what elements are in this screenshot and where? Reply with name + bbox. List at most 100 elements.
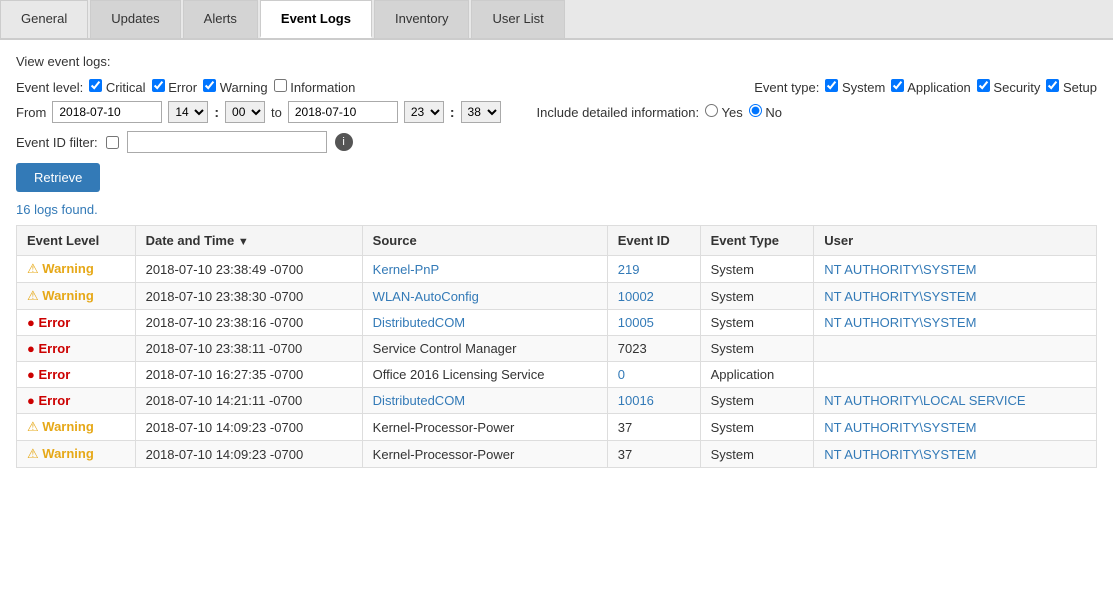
level-warning-link[interactable]: Warning	[42, 288, 94, 303]
type-setup-checkbox[interactable]	[1046, 79, 1059, 92]
type-security-checkbox[interactable]	[977, 79, 990, 92]
colon-1: :	[214, 104, 219, 120]
cell-event-level: ⚠ Warning	[17, 256, 136, 283]
from-minute-select[interactable]: 00	[225, 101, 265, 123]
event-id-link[interactable]: 0	[618, 367, 625, 382]
warning-icon: ⚠	[27, 446, 39, 461]
to-date-input[interactable]	[288, 101, 398, 123]
user-link[interactable]: NT AUTHORITY\LOCAL SERVICE	[824, 393, 1025, 408]
user-link[interactable]: NT AUTHORITY\SYSTEM	[824, 289, 976, 304]
source-link[interactable]: Kernel-PnP	[373, 262, 439, 277]
detail-no-label[interactable]: No	[749, 104, 782, 120]
cell-event-type: System	[700, 310, 814, 336]
event-type-label: Event type:	[754, 80, 819, 95]
type-system-label[interactable]: System	[825, 79, 885, 95]
eventid-checkbox[interactable]	[106, 136, 119, 149]
from-date-input[interactable]	[52, 101, 162, 123]
cell-event-id[interactable]: 10016	[607, 388, 700, 414]
view-label: View event logs:	[16, 54, 1097, 69]
cell-source: Kernel-Processor-Power	[362, 441, 607, 468]
eventid-input[interactable]	[127, 131, 327, 153]
cell-event-type: System	[700, 388, 814, 414]
level-error-label[interactable]: Error	[152, 79, 198, 95]
level-error-link[interactable]: Error	[38, 341, 70, 356]
retrieve-button[interactable]: Retrieve	[16, 163, 100, 192]
tab-general[interactable]: General	[0, 0, 88, 38]
level-error-link[interactable]: Error	[38, 315, 70, 330]
level-critical-label[interactable]: Critical	[89, 79, 145, 95]
col-event-type[interactable]: Event Type	[700, 226, 814, 256]
cell-user[interactable]: NT AUTHORITY\SYSTEM	[814, 256, 1097, 283]
level-warning-link[interactable]: Warning	[42, 261, 94, 276]
detail-no-radio[interactable]	[749, 104, 762, 117]
level-warning-checkbox[interactable]	[203, 79, 216, 92]
event-logs-table: Event Level Date and Time ▼ Source Event…	[16, 225, 1097, 468]
type-security-label[interactable]: Security	[977, 79, 1041, 95]
level-critical-checkbox[interactable]	[89, 79, 102, 92]
level-information-text: Information	[290, 80, 355, 95]
col-event-id[interactable]: Event ID	[607, 226, 700, 256]
level-error-link[interactable]: Error	[38, 367, 70, 382]
type-application-checkbox[interactable]	[891, 79, 904, 92]
level-error-checkbox[interactable]	[152, 79, 165, 92]
cell-user[interactable]: NT AUTHORITY\SYSTEM	[814, 414, 1097, 441]
table-row: ⚠ Warning2018-07-10 14:09:23 -0700Kernel…	[17, 441, 1097, 468]
level-warning-link[interactable]: Warning	[42, 419, 94, 434]
from-hour-select[interactable]: 14	[168, 101, 208, 123]
to-hour-select[interactable]: 23	[404, 101, 444, 123]
table-row: ⚠ Warning2018-07-10 23:38:30 -0700WLAN-A…	[17, 283, 1097, 310]
cell-source[interactable]: DistributedCOM	[362, 388, 607, 414]
cell-event-id[interactable]: 10002	[607, 283, 700, 310]
level-warning-label[interactable]: Warning	[203, 79, 268, 95]
cell-event-id[interactable]: 219	[607, 256, 700, 283]
warning-icon: ⚠	[27, 419, 39, 434]
cell-user[interactable]: NT AUTHORITY\SYSTEM	[814, 283, 1097, 310]
error-icon: ●	[27, 367, 35, 382]
tab-user-list[interactable]: User List	[471, 0, 564, 38]
cell-source[interactable]: WLAN-AutoConfig	[362, 283, 607, 310]
cell-user[interactable]: NT AUTHORITY\LOCAL SERVICE	[814, 388, 1097, 414]
type-system-checkbox[interactable]	[825, 79, 838, 92]
user-link[interactable]: NT AUTHORITY\SYSTEM	[824, 420, 976, 435]
source-link[interactable]: DistributedCOM	[373, 393, 465, 408]
event-id-link[interactable]: 10016	[618, 393, 654, 408]
cell-event-level: ⚠ Warning	[17, 414, 136, 441]
detail-yes-radio[interactable]	[705, 104, 718, 117]
tab-inventory[interactable]: Inventory	[374, 0, 469, 38]
user-link[interactable]: NT AUTHORITY\SYSTEM	[824, 447, 976, 462]
source-link[interactable]: WLAN-AutoConfig	[373, 289, 479, 304]
cell-source[interactable]: Kernel-PnP	[362, 256, 607, 283]
tab-bar: General Updates Alerts Event Logs Invent…	[0, 0, 1113, 40]
info-icon[interactable]: i	[335, 133, 353, 151]
event-id-link[interactable]: 219	[618, 262, 640, 277]
cell-user[interactable]: NT AUTHORITY\SYSTEM	[814, 310, 1097, 336]
user-link[interactable]: NT AUTHORITY\SYSTEM	[824, 262, 976, 277]
tab-event-logs[interactable]: Event Logs	[260, 0, 372, 38]
cell-event-type: Application	[700, 362, 814, 388]
cell-user	[814, 336, 1097, 362]
level-warning-link[interactable]: Warning	[42, 446, 94, 461]
level-information-checkbox[interactable]	[274, 79, 287, 92]
level-error-link[interactable]: Error	[38, 393, 70, 408]
col-source[interactable]: Source	[362, 226, 607, 256]
col-date-time[interactable]: Date and Time ▼	[135, 226, 362, 256]
col-user[interactable]: User	[814, 226, 1097, 256]
source-link[interactable]: DistributedCOM	[373, 315, 465, 330]
cell-event-id[interactable]: 0	[607, 362, 700, 388]
level-information-label[interactable]: Information	[274, 79, 356, 95]
col-event-level[interactable]: Event Level	[17, 226, 136, 256]
detail-yes-label[interactable]: Yes	[705, 104, 743, 120]
tab-alerts[interactable]: Alerts	[183, 0, 258, 38]
type-application-label[interactable]: Application	[891, 79, 971, 95]
event-id-link[interactable]: 10005	[618, 315, 654, 330]
cell-user[interactable]: NT AUTHORITY\SYSTEM	[814, 441, 1097, 468]
error-icon: ●	[27, 315, 35, 330]
event-id-link[interactable]: 10002	[618, 289, 654, 304]
tab-updates[interactable]: Updates	[90, 0, 180, 38]
user-link[interactable]: NT AUTHORITY\SYSTEM	[824, 315, 976, 330]
table-header-row: Event Level Date and Time ▼ Source Event…	[17, 226, 1097, 256]
cell-event-id[interactable]: 10005	[607, 310, 700, 336]
type-setup-label[interactable]: Setup	[1046, 79, 1097, 95]
cell-source[interactable]: DistributedCOM	[362, 310, 607, 336]
to-minute-select[interactable]: 38	[461, 101, 501, 123]
